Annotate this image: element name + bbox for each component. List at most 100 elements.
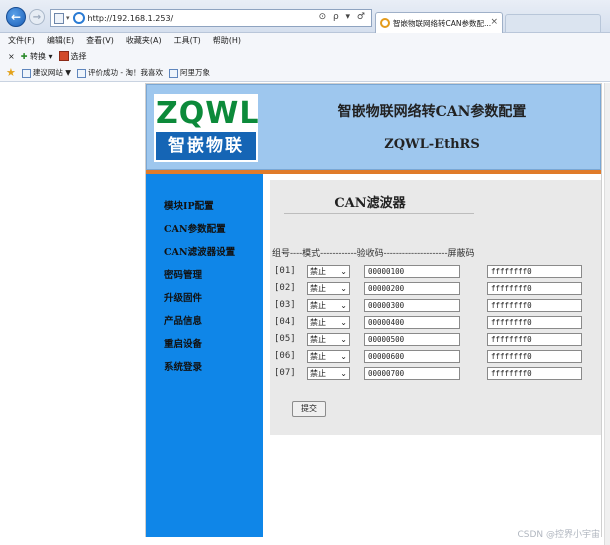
mode-value: 禁止 [310,352,326,361]
menu-tools[interactable]: 工具(T) [174,35,201,46]
config-page: ZQWL 智嵌物联 智嵌物联网络转CAN参数配置 ZQWL-EthRS 模块IP… [145,83,602,537]
chevron-down-icon: ⌄ [340,301,347,310]
ie-icon [72,12,85,24]
back-button[interactable]: ← [6,7,26,27]
menu-favorites[interactable]: 收藏夹(A) [126,35,162,46]
mask-code-input[interactable]: ffffffff0 [487,367,582,380]
tab-favicon-icon [380,18,390,28]
company-logo: ZQWL 智嵌物联 [154,94,258,162]
favorite-item[interactable]: 阿里万象 [169,67,210,78]
mode-select[interactable]: 禁止 ⌄ [307,299,350,312]
submit-button[interactable]: 提交 [292,401,326,417]
watermark: CSDN @控界小宇宙 [517,530,600,540]
select-button[interactable]: 选择 [58,51,87,62]
title-divider [284,213,474,214]
mode-select[interactable]: 禁止 ⌄ [307,350,350,363]
page-title: 智嵌物联网络转CAN参数配置 [337,104,527,120]
chevron-down-icon: ⌄ [340,318,347,327]
panel-title: CAN滤波器 [334,196,406,211]
sidebar-nav: 模块IP配置 CAN参数配置 CAN滤波器设置 密码管理 升级固件 产品信息 重… [146,174,263,537]
acceptance-code-input[interactable]: 00000400 [364,316,460,329]
filter-table-header: 组号----模式------------验收码-----------------… [272,249,475,259]
favorite-item[interactable]: 建议网站 ▼ [21,67,72,78]
vertical-scrollbar[interactable] [604,83,610,545]
mode-select[interactable]: 禁止 ⌄ [307,367,350,380]
mask-code-input[interactable]: ffffffff0 [487,333,582,346]
menu-view[interactable]: 查看(V) [86,35,114,46]
forward-arrow-icon: → [32,11,42,23]
mode-select[interactable]: 禁止 ⌄ [307,265,350,278]
mask-code-input[interactable]: ffffffff0 [487,265,582,278]
group-label: [02] [274,283,296,293]
filter-row: [03] 禁止 ⌄ 00000300 ffffffff0 [274,299,594,313]
favorite-label: 阿里万象 [180,68,211,77]
main-content: CAN滤波器 组号----模式------------验收码----------… [263,174,601,537]
page-icon [21,68,31,78]
menu-help[interactable]: 帮助(H) [213,35,241,46]
mode-value: 禁止 [310,267,326,276]
acceptance-code-input[interactable]: 00000600 [364,350,460,363]
chevron-down-icon[interactable]: ▾ [66,14,70,22]
sidebar-item-can-filter[interactable]: CAN滤波器设置 [164,244,235,258]
group-label: [07] [274,368,296,378]
browser-tab-new[interactable] [505,14,601,32]
mask-code-input[interactable]: ffffffff0 [487,299,582,312]
acceptance-code-input[interactable]: 00000200 [364,282,460,295]
browser-tab-active[interactable]: 智嵌物联网络转CAN参数配... × [375,12,503,33]
filter-panel: CAN滤波器 组号----模式------------验收码----------… [270,180,601,435]
address-bar[interactable]: ▾ http://192.168.1.253/ ⊙ ρ ▾ ♂ [50,9,372,27]
filter-row: [01] 禁止 ⌄ 00000100 ffffffff0 [274,265,594,279]
chevron-down-icon: ⌄ [340,369,347,378]
mode-value: 禁止 [310,284,326,293]
mode-select[interactable]: 禁止 ⌄ [307,333,350,346]
favorite-label: 建议网站 ▼ [32,68,72,77]
convert-label: 转换 [29,51,46,61]
back-arrow-icon: ← [10,10,22,24]
sidebar-item-product-info[interactable]: 产品信息 [164,313,202,327]
acceptance-code-input[interactable]: 00000500 [364,333,460,346]
star-icon[interactable]: ★ [6,66,16,79]
sidebar-item-login[interactable]: 系统登录 [164,359,202,373]
filter-row: [02] 禁止 ⌄ 00000200 ffffffff0 [274,282,594,296]
close-icon[interactable]: × [8,52,15,61]
acceptance-code-input[interactable]: 00000100 [364,265,460,278]
mode-select[interactable]: 禁止 ⌄ [307,282,350,295]
favorite-item[interactable]: 评价成功 - 淘！我喜欢 [77,67,163,78]
mode-select[interactable]: 禁止 ⌄ [307,316,350,329]
filter-row: [05] 禁止 ⌄ 00000500 ffffffff0 [274,333,594,347]
menu-file[interactable]: 文件(F) [8,35,35,46]
chevron-down-icon: ⌄ [340,284,347,293]
mask-code-input[interactable]: ffffffff0 [487,282,582,295]
mode-value: 禁止 [310,335,326,344]
menu-edit[interactable]: 编辑(E) [47,35,74,46]
tab-close-icon[interactable]: × [490,17,498,27]
filter-row: [07] 禁止 ⌄ 00000700 ffffffff0 [274,367,594,381]
acceptance-code-input[interactable]: 00000700 [364,367,460,380]
group-label: [05] [274,334,296,344]
sidebar-item-firmware[interactable]: 升级固件 [164,290,202,304]
chevron-down-icon: ⌄ [340,352,347,361]
acceptance-code-input[interactable]: 00000300 [364,299,460,312]
sidebar-item-can-params[interactable]: CAN参数配置 [164,221,226,235]
mask-code-input[interactable]: ffffffff0 [487,316,582,329]
favorites-bar: ★ 建议网站 ▼ 评价成功 - 淘！我喜欢 阿里万象 [0,64,610,82]
logo-chinese: 智嵌物联 [156,132,256,160]
url-text[interactable]: http://192.168.1.253/ [88,14,174,23]
convert-icon: ✚ [20,51,28,61]
sidebar-item-restart[interactable]: 重启设备 [164,336,202,350]
mode-value: 禁止 [310,301,326,310]
convert-button[interactable]: ✚ 转换 ▾ [21,51,53,62]
address-tools[interactable]: ⊙ ρ ▾ ♂ [319,12,367,22]
forward-button[interactable]: → [29,9,45,25]
menu-bar: 文件(F) 编辑(E) 查看(V) 收藏夹(A) 工具(T) 帮助(H) [0,33,610,48]
mode-value: 禁止 [310,318,326,327]
group-label: [04] [274,317,296,327]
group-label: [03] [274,300,296,310]
sidebar-item-password[interactable]: 密码管理 [164,267,202,281]
chevron-down-icon: ⌄ [340,267,347,276]
mask-code-input[interactable]: ffffffff0 [487,350,582,363]
page-subtitle: ZQWL-EthRS [384,137,480,152]
page-icon [169,68,179,78]
sidebar-item-ip-config[interactable]: 模块IP配置 [164,198,214,212]
command-bar: × ✚ 转换 ▾ 选择 [0,48,610,64]
